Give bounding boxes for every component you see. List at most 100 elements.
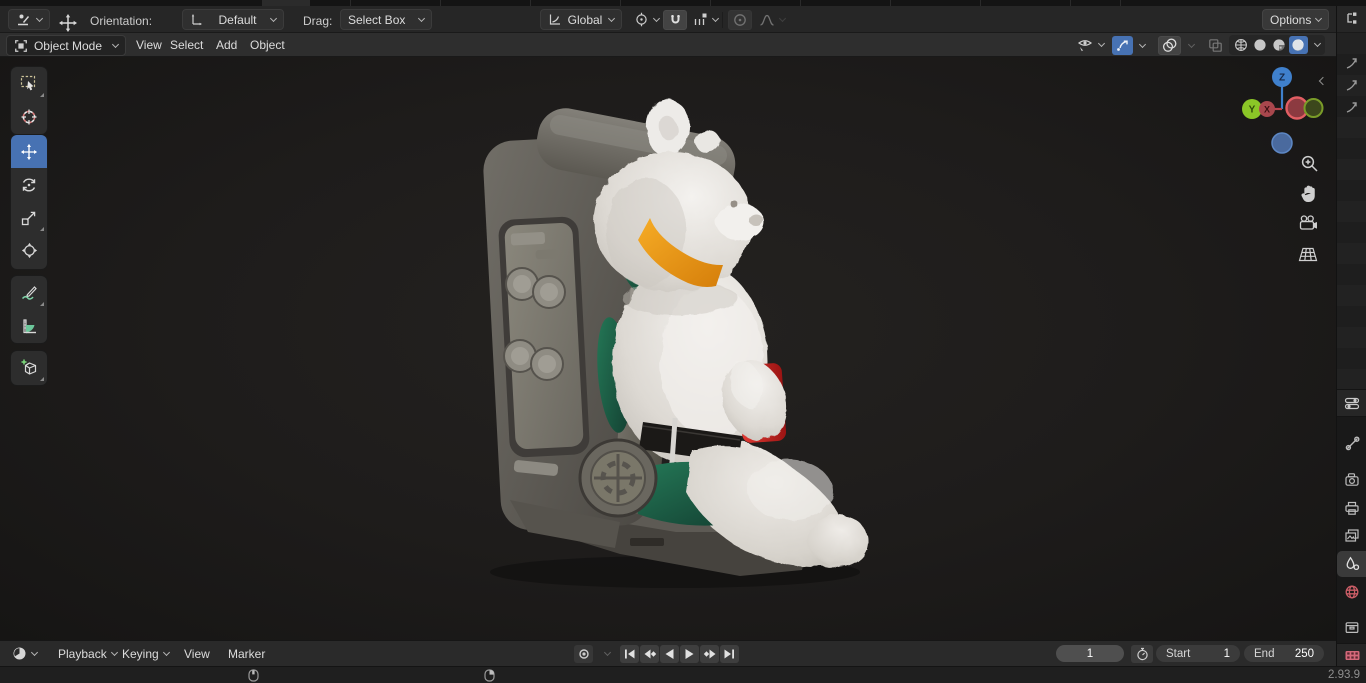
transform-space-dropdown[interactable]: Global xyxy=(540,9,622,30)
tool-cursor[interactable] xyxy=(11,100,47,133)
blender-window: Orientation: Default Drag: Select Box Gl… xyxy=(0,0,1366,683)
transform-orientation-icon xyxy=(190,13,203,26)
orientation-dropdown[interactable]: Default xyxy=(182,9,284,30)
tool-select-box[interactable] xyxy=(11,67,47,100)
menu-object[interactable]: Object xyxy=(242,35,293,55)
menu-timeline-view[interactable]: View xyxy=(176,644,218,664)
play-reverse-button[interactable] xyxy=(660,645,679,663)
tool-rotate[interactable] xyxy=(11,168,47,201)
solid-sphere-icon xyxy=(1254,39,1266,51)
viewport-3d[interactable]: Z Y X xyxy=(0,57,1336,640)
tab-collection-properties[interactable] xyxy=(1337,614,1366,640)
proportional-falloff-dropdown[interactable] xyxy=(754,9,790,30)
wireframe-sphere-icon xyxy=(1234,39,1247,51)
tab-world-properties[interactable] xyxy=(1337,579,1366,605)
properties-editor-icon xyxy=(1344,397,1360,409)
tab-tool-properties[interactable] xyxy=(1337,430,1366,456)
tab-scene-properties[interactable] xyxy=(1337,551,1366,577)
play-button[interactable] xyxy=(680,645,699,663)
keying-dropdown[interactable] xyxy=(598,645,612,663)
menu-select[interactable]: Select xyxy=(162,35,211,55)
gizmo-axis-z-neg[interactable] xyxy=(1271,132,1293,154)
hand-icon xyxy=(1301,185,1315,202)
snap-target-dropdown[interactable] xyxy=(688,9,723,30)
active-tool-dropdown[interactable] xyxy=(8,9,50,30)
tool-measure[interactable] xyxy=(11,309,47,342)
world-globe-icon xyxy=(1345,585,1359,599)
pivot-point-dropdown[interactable] xyxy=(626,9,667,30)
outliner-body[interactable] xyxy=(1337,33,1366,389)
outliner-header[interactable] xyxy=(1337,6,1366,33)
sequencer-header[interactable] xyxy=(1337,643,1366,666)
outliner-row-icon xyxy=(1346,102,1357,113)
previous-keyframe-button[interactable] xyxy=(640,645,659,663)
tool-scale[interactable] xyxy=(11,201,47,234)
gizmos-toggle[interactable] xyxy=(1112,36,1133,55)
recline-dial xyxy=(578,438,658,518)
proportional-editing-toggle[interactable] xyxy=(728,10,752,30)
zoom-button[interactable] xyxy=(1298,152,1320,174)
menu-keying[interactable]: Keying xyxy=(114,644,177,664)
tool-move[interactable] xyxy=(11,135,47,168)
tab-view-layer-properties[interactable] xyxy=(1337,523,1366,549)
snap-toggle[interactable] xyxy=(663,10,687,30)
overlays-dropdown[interactable] xyxy=(1184,36,1196,55)
timeline-editor-dropdown[interactable] xyxy=(6,643,43,664)
drag-dropdown[interactable]: Select Box xyxy=(340,9,432,30)
add-cube-icon xyxy=(21,359,36,375)
magnifier-plus-icon xyxy=(1301,155,1318,172)
object-types-visibility-dropdown[interactable] xyxy=(1076,35,1106,55)
drag-value: Select Box xyxy=(348,12,406,27)
menu-marker[interactable]: Marker xyxy=(220,644,273,664)
shading-rendered-button[interactable] xyxy=(1288,36,1308,54)
collection-box-icon xyxy=(1345,621,1359,633)
mode-value: Object Mode xyxy=(33,38,103,53)
overlays-icon xyxy=(1162,38,1177,53)
overlays-toggle[interactable] xyxy=(1158,36,1181,55)
current-frame-field[interactable]: 1 xyxy=(1056,645,1124,662)
jump-to-start-button[interactable] xyxy=(620,645,639,663)
menu-add[interactable]: Add xyxy=(208,35,245,55)
timeline-bar: Playback Keying View Marker 1 Start 1 En… xyxy=(0,640,1336,666)
end-label: End xyxy=(1254,647,1275,660)
auto-keying-button[interactable] xyxy=(574,645,593,663)
xray-toggle[interactable] xyxy=(1205,36,1226,55)
version-label: 2.93.9 xyxy=(1328,669,1360,681)
tool-add-cube[interactable] xyxy=(11,351,47,384)
model-teddy-bear-in-seat[interactable] xyxy=(440,70,880,590)
xray-icon xyxy=(1208,38,1223,53)
shading-solid-button[interactable] xyxy=(1250,36,1269,54)
navigation-gizmo[interactable]: Z Y X xyxy=(1236,60,1332,156)
right-editors-column xyxy=(1336,6,1366,666)
move-tool-icon xyxy=(58,13,78,33)
camera-view-button[interactable] xyxy=(1297,212,1319,234)
toggle-perspective-button[interactable] xyxy=(1297,243,1319,265)
pan-button[interactable] xyxy=(1298,182,1320,204)
frame-start-field[interactable]: Start 1 xyxy=(1156,645,1240,662)
jump-to-end-button[interactable] xyxy=(720,645,739,663)
jump-end-icon xyxy=(724,649,734,659)
toolbar-group-add xyxy=(11,351,47,385)
gizmos-dropdown[interactable] xyxy=(1135,36,1147,55)
play-icon xyxy=(685,649,694,659)
mode-dropdown[interactable]: Object Mode xyxy=(6,35,126,56)
properties-header[interactable] xyxy=(1337,389,1366,417)
shading-material-button[interactable] xyxy=(1269,36,1288,54)
sidebar-collapse-arrow[interactable] xyxy=(1318,73,1328,87)
shading-wireframe-button[interactable] xyxy=(1231,36,1250,54)
tool-annotate[interactable] xyxy=(11,276,47,309)
frame-end-field[interactable]: End 250 xyxy=(1244,645,1324,662)
tab-render-properties[interactable] xyxy=(1337,466,1366,492)
shading-dropdown[interactable] xyxy=(1308,36,1323,54)
record-icon xyxy=(578,649,589,659)
gizmo-axis-y-neg[interactable] xyxy=(1303,98,1324,118)
material-sphere-icon xyxy=(1273,39,1285,51)
options-button[interactable]: Options xyxy=(1262,9,1330,30)
tab-output-properties[interactable] xyxy=(1337,495,1366,521)
next-keyframe-button[interactable] xyxy=(700,645,719,663)
gizmo-y-label: Y xyxy=(1249,105,1256,116)
use-preview-range-button[interactable] xyxy=(1131,645,1153,663)
current-frame-value: 1 xyxy=(1086,647,1094,660)
shading-mode-group xyxy=(1229,35,1325,55)
tool-transform[interactable] xyxy=(11,234,47,267)
